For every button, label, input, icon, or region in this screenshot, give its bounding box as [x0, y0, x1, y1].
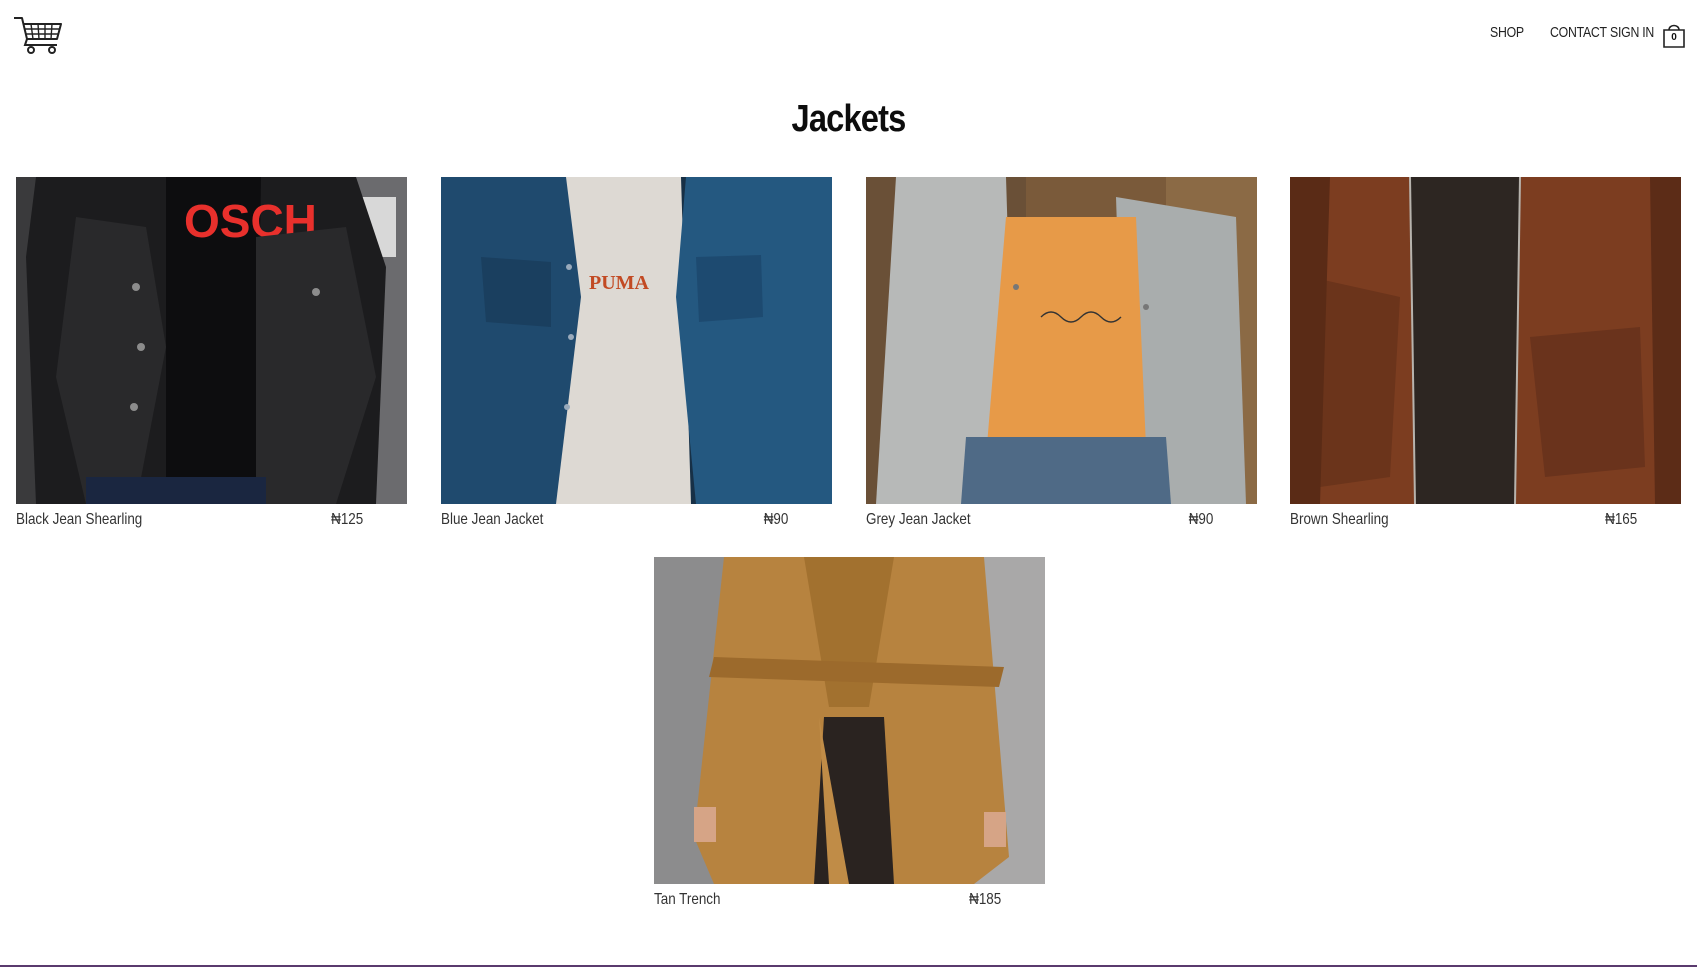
product-price: ₦165 — [1604, 511, 1637, 528]
product-name: Tan Trench — [654, 891, 721, 908]
product-card-grey-jean-jacket[interactable]: Grey Jean Jacket ₦90 — [866, 177, 1257, 535]
product-card-black-jean-shearling[interactable]: OSCH Black Jean Shearling ₦125 — [16, 177, 407, 535]
product-meta: Black Jean Shearling ₦125 — [16, 511, 407, 535]
product-card-brown-shearling[interactable]: Brown Shearling ₦165 — [1290, 177, 1681, 535]
shirt-print-text: PUMA — [589, 272, 650, 294]
product-price: ₦90 — [1188, 511, 1213, 528]
product-image[interactable]: PUMA — [441, 177, 832, 504]
nav-sign-in-link[interactable]: SIGN IN — [1610, 24, 1654, 41]
cart-count-badge: 0 — [1671, 32, 1677, 43]
product-name: Blue Jean Jacket — [441, 511, 544, 528]
product-image[interactable] — [1290, 177, 1681, 504]
product-price: ₦125 — [330, 511, 363, 528]
product-meta: Brown Shearling ₦165 — [1290, 511, 1681, 535]
product-price: ₦90 — [763, 511, 788, 528]
product-card-blue-jean-jacket[interactable]: PUMA Blue Jean Jacket ₦90 — [441, 177, 832, 535]
product-image[interactable] — [654, 557, 1045, 884]
product-price: ₦185 — [968, 891, 1001, 908]
nav-shop-link[interactable]: SHOP — [1490, 24, 1524, 41]
product-meta: Blue Jean Jacket ₦90 — [441, 511, 832, 535]
product-image[interactable] — [866, 177, 1257, 504]
nav-contact-link[interactable]: CONTACT — [1550, 24, 1607, 41]
product-image[interactable]: OSCH — [16, 177, 407, 504]
shopping-cart-icon[interactable] — [13, 15, 63, 55]
product-card-tan-trench[interactable]: Tan Trench ₦185 — [654, 557, 1045, 915]
product-meta: Tan Trench ₦185 — [654, 891, 1045, 915]
product-name: Brown Shearling — [1290, 511, 1389, 528]
site-header: SHOP CONTACT SIGN IN 0 — [0, 0, 1697, 70]
page-title: Jackets — [791, 98, 907, 140]
product-meta: Grey Jean Jacket ₦90 — [866, 511, 1257, 535]
shopping-bag-icon[interactable]: 0 — [1662, 22, 1686, 48]
product-name: Black Jean Shearling — [16, 511, 143, 528]
product-name: Grey Jean Jacket — [866, 511, 971, 528]
